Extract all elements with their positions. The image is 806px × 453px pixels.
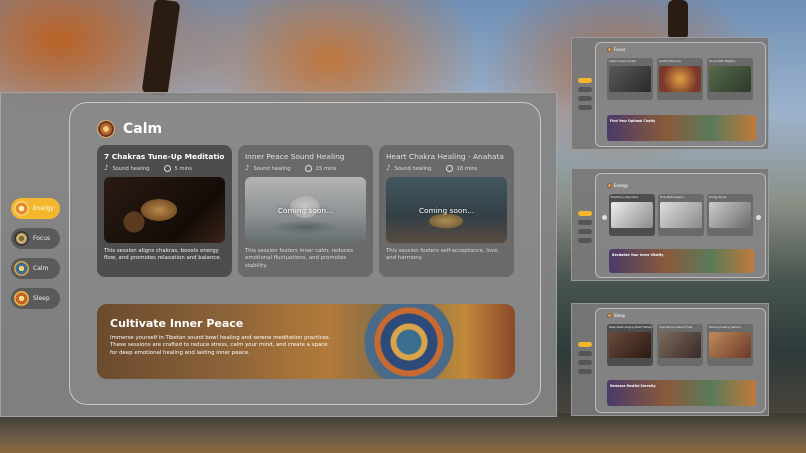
- mini-nav-item[interactable]: [578, 238, 592, 243]
- mini-card[interactable]: Yoga Nidra & Mantra Flow: [657, 324, 703, 366]
- card-description: This session fosters inner calm, reduces…: [245, 248, 353, 269]
- card-category: Sound healing: [112, 165, 150, 172]
- mini-window-sleep[interactable]: Sleep Deep Relax Singing Bowl Therapy Yo…: [571, 303, 769, 416]
- content-panel: Calm 7 Chakras Tune-Up Meditation ♪ Soun…: [69, 102, 541, 405]
- card-duration: 5 mins: [174, 165, 193, 172]
- category-sidebar: Energy Focus Calm Sleep: [11, 198, 60, 309]
- energy-icon: [14, 201, 29, 216]
- mini-card[interactable]: Deep Relax Singing Bowl Therapy: [607, 324, 653, 366]
- coming-soon-overlay: Coming soon...: [245, 177, 366, 243]
- tree-trunk: [668, 0, 688, 40]
- mini-nav-item[interactable]: [578, 351, 592, 356]
- sidebar-item-energy[interactable]: Energy: [11, 198, 60, 219]
- mini-title: Focus: [607, 47, 625, 52]
- hands-bowl-image: Coming soon...: [386, 177, 507, 243]
- mini-nav-item[interactable]: [578, 369, 592, 374]
- banner-title: Cultivate Inner Peace: [110, 317, 244, 330]
- focus-icon: [14, 231, 29, 246]
- mini-title: Sleep: [607, 313, 625, 318]
- mini-card[interactable]: Energy Boost: [707, 194, 753, 236]
- card-category: Sound healing: [394, 165, 432, 172]
- session-card[interactable]: 7 Chakras Tune-Up Meditation ♪ Sound hea…: [97, 145, 232, 277]
- mini-card[interactable]: Chakra Fusion Guide: [607, 58, 653, 100]
- card-title: 7 Chakras Tune-Up Meditation: [104, 152, 225, 161]
- mini-banner[interactable]: Find Your Optimal Clarity: [607, 115, 756, 141]
- clock-icon: [304, 165, 312, 172]
- card-meta: ♪ Sound healing 5 mins: [104, 165, 225, 172]
- lotus-image: Coming soon...: [245, 177, 366, 243]
- clock-icon: [163, 165, 171, 172]
- card-title: Heart Chakra Healing - Anahata: [386, 152, 504, 161]
- mini-nav-item[interactable]: [578, 78, 592, 83]
- mini-card[interactable]: Sound Bath Mastery: [707, 58, 753, 100]
- card-description: This session aligns chakras, boosts ener…: [104, 248, 222, 262]
- mini-card[interactable]: Evening Healing Session: [707, 324, 753, 366]
- card-meta: ♪ Sound healing 18 mins: [386, 165, 507, 172]
- card-meta: ♪ Sound healing 15 mins: [245, 165, 366, 172]
- clock-icon: [445, 165, 453, 172]
- session-card[interactable]: Inner Peace Sound Healing ♪ Sound healin…: [238, 145, 373, 277]
- sidebar-item-sleep[interactable]: Sleep: [11, 288, 60, 309]
- sidebar-item-label: Calm: [33, 265, 49, 272]
- mini-nav-item[interactable]: [578, 96, 592, 101]
- mini-nav-item[interactable]: [578, 342, 592, 347]
- card-category: Sound healing: [253, 165, 291, 172]
- banner-text: Immerse yourself in Tibetan sound bowl h…: [110, 335, 331, 356]
- mini-nav-item[interactable]: [578, 211, 592, 216]
- mini-nav-item[interactable]: [578, 360, 592, 365]
- mini-banner[interactable]: Revitalize Your Inner Vitality: [609, 249, 754, 273]
- music-note-icon: ♪: [386, 164, 391, 172]
- session-card[interactable]: Heart Chakra Healing - Anahata ♪ Sound h…: [379, 145, 514, 277]
- calm-mandala-icon: [97, 120, 115, 138]
- sidebar-item-calm[interactable]: Calm: [11, 258, 60, 279]
- mini-card[interactable]: Flow State Session: [658, 194, 704, 236]
- mini-nav-item[interactable]: [578, 220, 592, 225]
- lakeshore-ground: [0, 413, 806, 453]
- session-cards: 7 Chakras Tune-Up Meditation ♪ Sound hea…: [97, 145, 514, 277]
- page-title: Calm: [123, 121, 163, 137]
- tree-trunk: [141, 0, 181, 97]
- singing-bowl-image: [104, 177, 225, 243]
- mini-nav-item[interactable]: [578, 229, 592, 234]
- sidebar-item-focus[interactable]: Focus: [11, 228, 60, 249]
- mini-banner[interactable]: Embrace Restful Serenity: [607, 380, 756, 406]
- page-header: Calm: [97, 120, 162, 138]
- feature-banner[interactable]: Cultivate Inner Peace Immerse yourself i…: [97, 304, 515, 379]
- sidebar-item-label: Energy: [33, 205, 55, 212]
- mini-window-energy[interactable]: Energy Breathing Alignment Flow State Se…: [571, 168, 769, 281]
- sidebar-item-label: Sleep: [33, 295, 50, 302]
- card-title: Inner Peace Sound Healing: [245, 152, 345, 161]
- carousel-left-arrow[interactable]: [602, 215, 607, 220]
- card-duration: 15 mins: [315, 165, 337, 172]
- music-note-icon: ♪: [104, 164, 109, 172]
- mini-nav-item[interactable]: [578, 105, 592, 110]
- mini-card[interactable]: Guided Harmony: [657, 58, 703, 100]
- mini-card[interactable]: Breathing Alignment: [609, 194, 655, 236]
- sleep-icon: [14, 291, 29, 306]
- calm-icon: [14, 261, 29, 276]
- mini-title: Energy: [607, 183, 628, 188]
- main-window: Calm 7 Chakras Tune-Up Meditation ♪ Soun…: [0, 92, 557, 417]
- mini-nav-item[interactable]: [578, 87, 592, 92]
- carousel-right-arrow[interactable]: [756, 215, 761, 220]
- card-description: This session fosters self-acceptance, lo…: [386, 248, 500, 262]
- mini-window-focus[interactable]: Focus Chakra Fusion Guide Guided Harmony…: [571, 37, 769, 150]
- card-duration: 18 mins: [456, 165, 478, 172]
- coming-soon-overlay: Coming soon...: [386, 177, 507, 243]
- music-note-icon: ♪: [245, 164, 250, 172]
- sidebar-item-label: Focus: [33, 235, 51, 242]
